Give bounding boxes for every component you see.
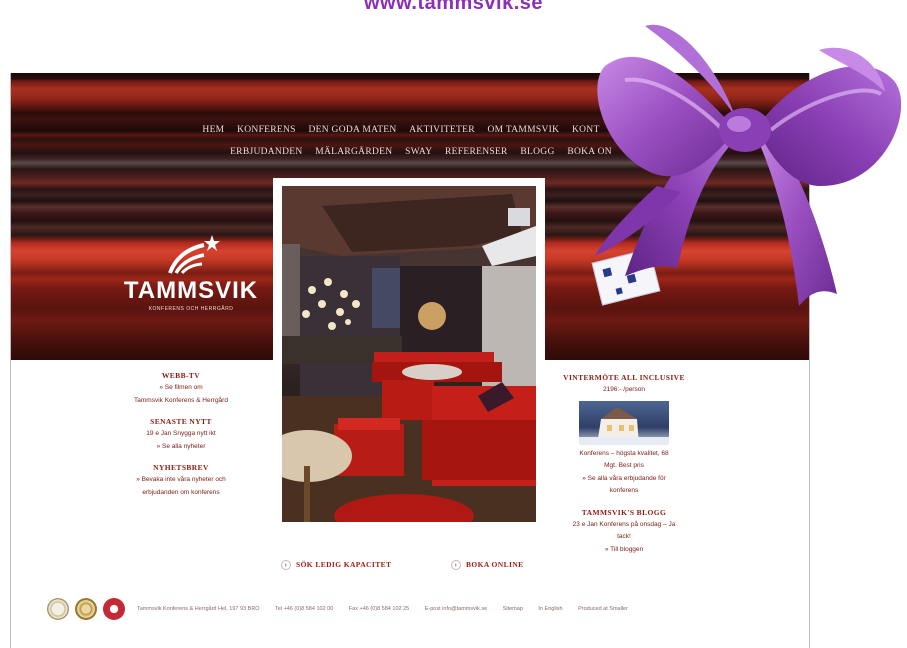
logo-tagline: KONFERENS OCH HERRGÅRD (148, 306, 234, 312)
site-footer: Tammsvik Konferens & Herrgård Hel, 197 9… (47, 598, 807, 622)
footer-email[interactable]: E-post info@tammsvik.se (425, 606, 487, 612)
webb-tv-text[interactable]: Tammsvik Konferens & Herrgård (111, 396, 251, 406)
nyhetsbrev-heading: NYHETSBREV (153, 463, 209, 472)
lounge-photo-frame (273, 178, 545, 528)
certification-badge-icon (103, 598, 125, 620)
right-sidebar: VINTERMÖTE ALL INCLUSIVE 2196:- /person … (549, 373, 699, 554)
arrow-right-icon: › (281, 560, 291, 570)
book-online-label: BOKA ONLINE (466, 560, 524, 569)
main-nav-row-1: HEM KONFERENS DEN GODA MATEN AKTIVITETER… (171, 125, 631, 135)
footer-sitemap[interactable]: Sitemap (503, 606, 523, 612)
offer-price: 2196:- /person (603, 386, 645, 393)
award-seal-icon (47, 598, 69, 620)
blog-heading: TAMMSVIK'S BLOGG (581, 507, 667, 517)
logo-wordmark: TAMMSVIK (123, 277, 259, 304)
tammsvik-logo[interactable]: TAMMSVIK KONFERENS OCH HERRGÅRD (116, 233, 266, 323)
blog-item[interactable]: 23 e Jan Konferens på onsdag – Ja (549, 520, 699, 530)
book-online-button[interactable]: › BOKA ONLINE (451, 560, 524, 570)
senaste-nytt-heading: SENASTE NYTT (150, 417, 212, 426)
footer-fax: Fax +46 (0)8 584 102 25 (348, 606, 410, 612)
nav-item-blogg[interactable]: BLOGG (520, 147, 554, 157)
search-capacity-button[interactable]: › SÖK LEDIG KAPACITET (281, 560, 391, 570)
offer-line-4[interactable]: konferens (549, 486, 699, 496)
footer-address: Tammsvik Konferens & Herrgård Hel, 197 9… (137, 606, 260, 612)
nav-item-den-goda-maten[interactable]: DEN GODA MATEN (308, 125, 396, 135)
nav-item-sway[interactable]: SWAY (405, 147, 432, 157)
offer-thumbnail[interactable] (579, 400, 669, 445)
nyhetsbrev-text[interactable]: erbjudanden om konferens (111, 488, 251, 498)
senaste-nytt-all-link[interactable]: » Se alla nyheter (111, 442, 251, 452)
offer-all-link[interactable]: » Se alla våra erbjudande för (549, 474, 699, 484)
cta-bar: › SÖK LEDIG KAPACITET › BOKA ONLINE (281, 560, 571, 578)
nav-item-referenser[interactable]: REFERENSER (445, 147, 508, 157)
senaste-nytt-item[interactable]: 19 e Jan Snygga nytt ikt (111, 429, 251, 439)
footer-producer[interactable]: Produced at Smaller (578, 606, 628, 612)
lounge-photo (282, 186, 536, 522)
nyhetsbrev-link[interactable]: » Bevaka inte våra nyheter och (111, 475, 251, 485)
offer-heading: VINTERMÖTE ALL INCLUSIVE (563, 373, 685, 382)
nav-item-om-tammsvik[interactable]: OM TAMMSVIK (488, 125, 560, 135)
nav-item-erbjudanden[interactable]: ERBJUDANDEN (230, 147, 302, 157)
offer-line-2: Mgt. Best pris (604, 462, 644, 469)
main-nav-row-2: ERBJUDANDEN MÄLARGÅRDEN SWAY REFERENSER … (191, 147, 651, 157)
award-medal-icon (75, 598, 97, 620)
webb-tv-heading: WEBB-TV (161, 371, 201, 380)
nav-item-malargarden[interactable]: MÄLARGÅRDEN (315, 147, 392, 157)
search-capacity-label: SÖK LEDIG KAPACITET (296, 560, 392, 569)
nav-item-hem[interactable]: HEM (202, 125, 224, 135)
nav-item-konferens[interactable]: KONFERENS (237, 125, 296, 135)
blog-item-cont[interactable]: tack! (549, 532, 699, 542)
webb-tv-link[interactable]: » Se filmen om (111, 383, 251, 393)
nav-item-aktiviteter[interactable]: AKTIVITETER (409, 125, 475, 135)
gift-bow-icon (595, 24, 902, 306)
offer-line-1: Konferens – högsta kvalitet, 68 (579, 449, 669, 457)
left-sidebar: WEBB-TV » Se filmen om Tammsvik Konferen… (111, 371, 251, 497)
arrow-right-icon: › (451, 560, 461, 570)
footer-english[interactable]: In English (538, 606, 562, 612)
logo-swoosh-icon (168, 235, 220, 275)
footer-info: Tammsvik Konferens & Herrgård Hel, 197 9… (137, 606, 642, 612)
footer-phone: Tel +46 (0)8 584 102 00 (275, 606, 334, 612)
blog-link[interactable]: » Till bloggen (549, 545, 699, 555)
